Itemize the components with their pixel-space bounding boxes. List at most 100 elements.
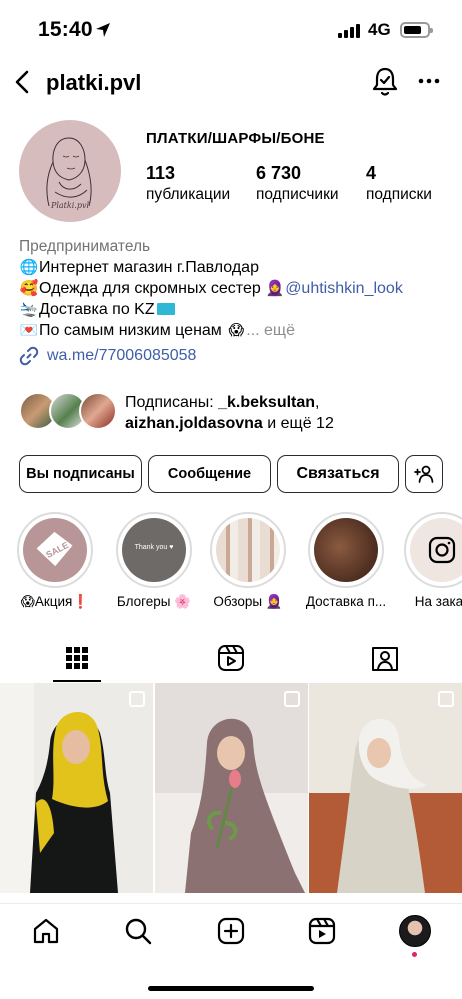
followed-by-text: Подписаны: _k.beksultan, aizhan.joldasov…: [125, 394, 334, 432]
bio-text: Одежда для скромных сестер: [39, 280, 261, 297]
battery-icon: [400, 22, 433, 38]
globe-emoji-icon: 🌐: [19, 258, 39, 276]
back-chevron-icon[interactable]: [10, 68, 36, 96]
smiling-hearts-emoji-icon: 🥰: [19, 279, 39, 297]
more-horizontal-icon[interactable]: [414, 66, 444, 96]
header-username: platki.pvl: [46, 70, 142, 95]
signal-icon: [338, 24, 360, 38]
bio-text: Доставка по KZ: [39, 301, 155, 318]
active-tab-indicator: [53, 680, 101, 682]
multi-post-icon: [129, 691, 145, 707]
highlight-item[interactable]: SALE 😱Акция❗: [15, 512, 95, 609]
post-tile[interactable]: [0, 683, 153, 893]
create-icon: [217, 917, 245, 945]
notification-dot: [412, 952, 417, 957]
highlight-cover: Thank you ♥: [122, 518, 186, 582]
highlight-item[interactable]: Доставка п...: [306, 512, 386, 609]
highlight-item[interactable]: Обзоры 🧕: [208, 512, 288, 609]
profile-bio: Предприниматель 🌐Интернет магазин г.Павл…: [19, 236, 449, 366]
highlight-label: На заказ: [414, 594, 462, 609]
bio-line: 🥰Одежда для скромных сестер 🧕@uhtishkin_…: [19, 278, 449, 299]
stat-followers[interactable]: 6 730 подписчики: [256, 163, 339, 204]
search-icon: [125, 918, 152, 945]
highlight-item[interactable]: Thank you ♥ Блогеры 🌸: [114, 512, 194, 609]
profile-external-link[interactable]: wa.me/77006085058: [19, 345, 449, 366]
instagram-icon: [428, 536, 456, 564]
highlight-label: Обзоры 🧕: [213, 594, 283, 609]
add-user-icon: [414, 465, 434, 483]
highlight-label: Блогеры 🌸: [116, 594, 192, 609]
status-time: 15:40: [38, 18, 93, 41]
nav-home[interactable]: [29, 914, 63, 948]
tab-reels[interactable]: [154, 634, 308, 682]
post-image: [155, 683, 308, 893]
bio-line: 🌐Интернет магазин г.Павлодар: [19, 257, 449, 278]
location-arrow-icon: [96, 23, 110, 37]
bio-mention-link[interactable]: @uhtishkin_look: [285, 280, 403, 297]
highlight-cover: SALE: [23, 518, 87, 582]
profile-avatar: [399, 915, 431, 947]
profile-header: platki.pvl: [0, 60, 462, 106]
multi-post-icon: [438, 691, 454, 707]
stat-followers-label: подписчики: [256, 186, 339, 203]
highlight-cover: [216, 518, 280, 582]
contact-button[interactable]: Связаться: [277, 455, 399, 493]
bell-check-icon[interactable]: [370, 66, 400, 98]
bio-text: Интернет магазин г.Павлодар: [39, 259, 259, 276]
status-bar: 15:40 4G: [0, 0, 462, 60]
post-image: [309, 683, 462, 893]
highlight-cover: [314, 518, 378, 582]
nav-profile[interactable]: [398, 914, 432, 948]
tab-posts[interactable]: [0, 634, 154, 682]
nav-create[interactable]: [214, 914, 248, 948]
bio-more-link[interactable]: ... ещё: [246, 322, 295, 339]
tagged-icon: [372, 647, 398, 671]
home-indicator: [148, 986, 314, 991]
profile-avatar[interactable]: Platki.pvl: [19, 120, 121, 222]
highlight-label: 😱Акция❗: [20, 594, 90, 609]
following-button[interactable]: Вы подписаны: [19, 455, 142, 493]
nav-search[interactable]: [121, 914, 155, 948]
bio-text: По самым низким ценам: [39, 322, 222, 339]
post-tile[interactable]: [309, 683, 462, 893]
profile-category: Предприниматель: [19, 238, 151, 255]
stat-followers-value: 6 730: [256, 163, 302, 183]
home-icon: [33, 918, 59, 944]
profile-tabs: [0, 634, 462, 682]
post-image: [0, 683, 153, 893]
add-user-button[interactable]: [405, 455, 443, 493]
followed-by[interactable]: Подписаны: _k.beksultan, aizhan.joldasov…: [19, 392, 449, 434]
message-button[interactable]: Сообщение: [148, 455, 271, 493]
nav-reels[interactable]: [305, 914, 339, 948]
highlight-item[interactable]: На заказ: [402, 512, 462, 609]
reels-icon: [218, 645, 244, 671]
stat-posts-value: 113: [146, 163, 176, 183]
headscarf-emoji-icon: 🧕: [265, 279, 285, 297]
link-text: wa.me/77006085058: [47, 347, 197, 364]
highlight-cover: [410, 518, 462, 582]
multi-post-icon: [284, 691, 300, 707]
stat-following-value: 4: [366, 163, 377, 183]
highlight-label: Доставка п...: [305, 594, 387, 609]
stat-following[interactable]: 4 подписки: [366, 163, 432, 204]
stat-posts-label: публикации: [146, 186, 231, 203]
link-icon: [19, 346, 39, 365]
sale-tag-icon: SALE: [36, 531, 73, 567]
screaming-emoji-icon: 😱: [228, 321, 245, 339]
bottom-navigation: [0, 903, 462, 999]
bio-line: 🛬Доставка по KZ: [19, 299, 449, 320]
post-tile[interactable]: [155, 683, 308, 893]
bio-line: 💌По самым низким ценам 😱... ещё: [19, 320, 449, 341]
profile-full-name: ПЛАТКИ/ШАРФЫ/БОНЕ: [146, 130, 325, 147]
stat-following-label: подписки: [366, 186, 432, 203]
posts-grid: [0, 683, 462, 903]
tab-tagged[interactable]: [308, 634, 462, 682]
follower-avatar: [79, 392, 117, 430]
stat-posts[interactable]: 113 публикации: [146, 163, 230, 204]
avatar-brand-text: Platki.pvl: [50, 201, 90, 210]
love-letter-emoji-icon: 💌: [19, 321, 39, 339]
kz-flag-emoji-icon: [156, 303, 175, 315]
sparkle-emoji-icon: 🛬: [19, 300, 39, 318]
network-type: 4G: [368, 20, 391, 39]
reels-icon: [308, 917, 336, 945]
